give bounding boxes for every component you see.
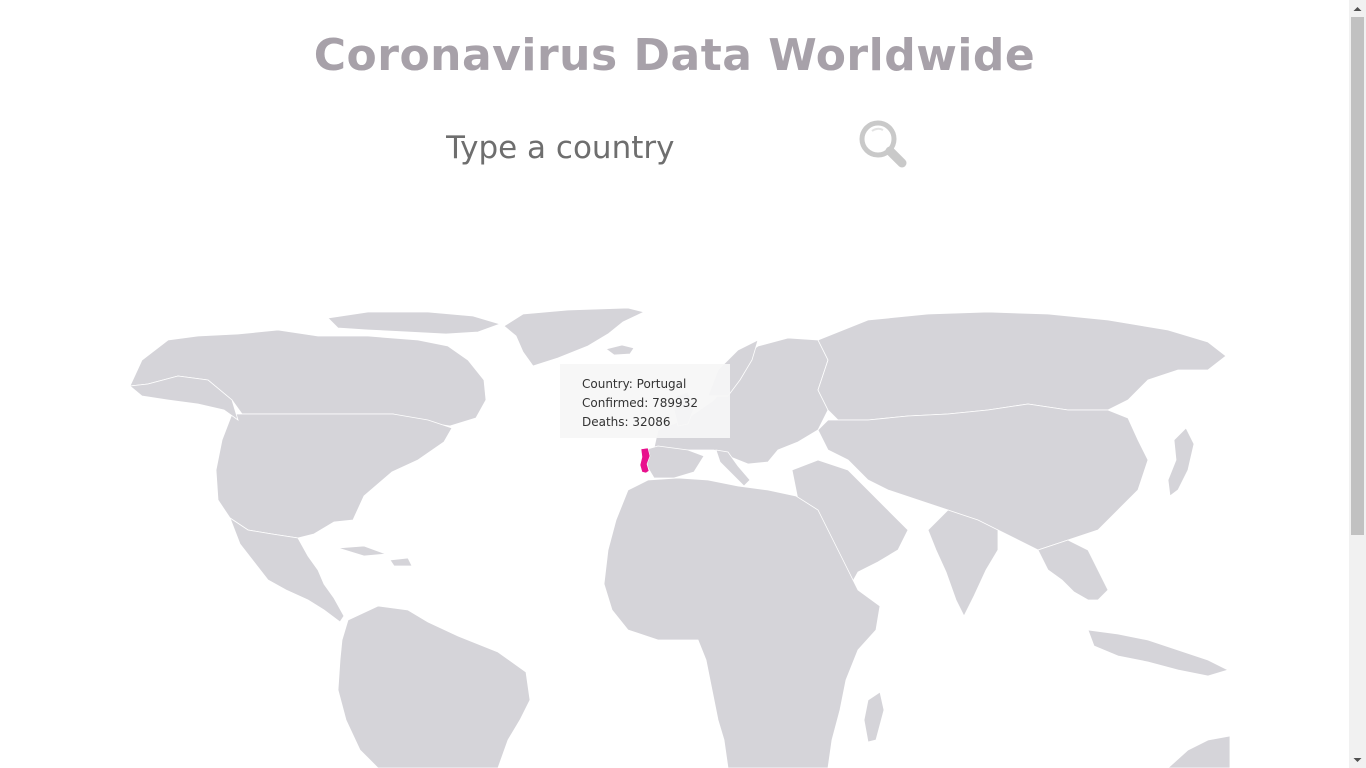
arrow-down-icon [1353, 757, 1362, 762]
country-russia[interactable] [817, 311, 1227, 421]
vertical-scrollbar[interactable] [1349, 0, 1366, 768]
scroll-up-button[interactable] [1349, 0, 1366, 17]
country-spain[interactable] [643, 445, 705, 479]
country-iceland[interactable] [605, 344, 635, 356]
scroll-thumb[interactable] [1351, 17, 1364, 535]
scroll-down-button[interactable] [1349, 751, 1366, 768]
tooltip-deaths: Deaths: 32086 [582, 415, 671, 429]
country-australia[interactable] [1167, 735, 1230, 768]
search-icon [859, 120, 907, 168]
tooltip-confirmed: Confirmed: 789932 [582, 396, 698, 410]
country-greenland[interactable] [503, 307, 646, 367]
country-usa[interactable] [215, 413, 453, 539]
country-portugal[interactable] [639, 447, 651, 474]
country-indonesia[interactable] [1087, 629, 1230, 677]
country-japan[interactable] [1167, 427, 1195, 497]
country-southeast-asia[interactable] [1037, 539, 1109, 601]
country-canada-islands[interactable] [327, 311, 502, 335]
page: Coronavirus Data Worldwide Type a countr… [0, 0, 1349, 768]
country-search-input[interactable] [440, 122, 852, 174]
search-bar [440, 118, 920, 178]
country-cuba[interactable] [337, 545, 387, 557]
country-tooltip: Country: Portugal Confirmed: 789932 Deat… [560, 364, 730, 438]
search-button[interactable] [856, 118, 912, 174]
tooltip-country: Country: Portugal [582, 377, 687, 391]
country-india[interactable] [927, 509, 999, 617]
arrow-up-icon [1353, 6, 1362, 11]
country-madagascar[interactable] [863, 691, 885, 743]
country-south-america[interactable] [337, 605, 531, 768]
country-hispaniola[interactable] [389, 557, 413, 567]
page-title: Coronavirus Data Worldwide [313, 30, 1036, 81]
